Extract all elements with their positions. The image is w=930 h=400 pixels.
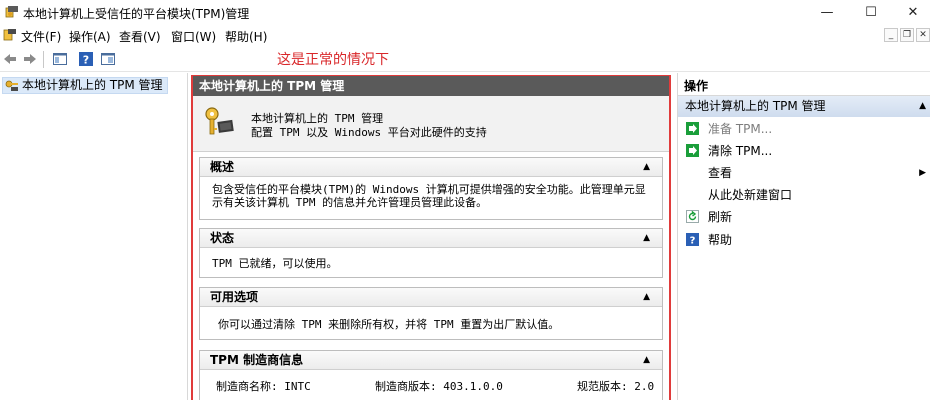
action-label: 准备 TPM... xyxy=(708,122,773,136)
section-manufacturer-info: TPM 制造商信息 ▲ 制造商名称: INTC 制造商版本: 403.1.0.0… xyxy=(199,350,663,400)
section-header[interactable]: TPM 制造商信息 ▲ xyxy=(200,351,662,370)
mdi-close-button[interactable]: ✕ xyxy=(916,28,930,42)
collapse-icon[interactable]: ▲ xyxy=(643,229,650,247)
show-hide-tree-icon[interactable] xyxy=(52,51,68,67)
mmc-document-icon[interactable] xyxy=(3,28,17,42)
action-label: 清除 TPM... xyxy=(708,144,773,158)
action-clear-tpm[interactable]: 清除 TPM... xyxy=(678,141,930,161)
section-title: 可用选项 xyxy=(210,290,259,304)
section-header[interactable]: 状态 ▲ xyxy=(200,229,662,248)
title-bar: 本地计算机上受信任的平台模块(TPM)管理 — ☐ ✕ xyxy=(0,0,930,25)
tree-item-tpm-management[interactable]: 本地计算机上的 TPM 管理 xyxy=(2,77,168,94)
toolbar: ? 这是正常的情况下 xyxy=(0,46,930,72)
menu-window[interactable]: 窗口(W) xyxy=(171,28,216,45)
section-available-options: 可用选项 ▲ 你可以通过清除 TPM 来删除所有权，并将 TPM 重置为出厂默认… xyxy=(199,287,663,340)
section-body: 你可以通过清除 TPM 来删除所有权，并将 TPM 重置为出厂默认值。 xyxy=(218,318,560,331)
actions-group-label: 本地计算机上的 TPM 管理 xyxy=(685,99,826,113)
submenu-arrow-icon: ▶ xyxy=(919,168,926,178)
center-pane-header: 本地计算机上的 TPM 管理 xyxy=(193,76,669,96)
tree-item-label: 本地计算机上的 TPM 管理 xyxy=(22,78,163,92)
action-label: 刷新 xyxy=(708,210,733,224)
tpm-app-icon xyxy=(5,6,18,18)
console-tree: 本地计算机上的 TPM 管理 xyxy=(0,73,188,400)
green-arrow-icon xyxy=(686,122,699,135)
maximize-button[interactable]: ☐ xyxy=(848,0,894,25)
action-new-window[interactable]: 从此处新建窗口 xyxy=(678,185,930,205)
section-status: 状态 ▲ TPM 已就绪，可以使用。 xyxy=(199,228,663,278)
actions-group-header[interactable]: 本地计算机上的 TPM 管理 ▲ xyxy=(678,96,930,117)
action-refresh[interactable]: 刷新 xyxy=(678,207,930,227)
menu-view[interactable]: 查看(V) xyxy=(119,28,161,45)
action-help[interactable]: ? 帮助 xyxy=(678,230,930,250)
toolbar-separator xyxy=(43,51,44,68)
mdi-minimize-button[interactable]: _ xyxy=(884,28,898,42)
svg-text:?: ? xyxy=(83,54,89,67)
intro-description: 配置 TPM 以及 Windows 平台对此硬件的支持 xyxy=(251,126,487,139)
section-title: 状态 xyxy=(210,231,235,245)
action-label: 从此处新建窗口 xyxy=(708,188,793,202)
intro-panel: 本地计算机上的 TPM 管理 配置 TPM 以及 Windows 平台对此硬件的… xyxy=(193,96,669,152)
properties-icon[interactable] xyxy=(100,51,116,67)
menu-help[interactable]: 帮助(H) xyxy=(225,28,267,45)
green-arrow-icon xyxy=(686,144,699,157)
section-title: 概述 xyxy=(210,160,235,174)
section-body: 包含受信任的平台模块(TPM)的 Windows 计算机可提供增强的安全功能。此… xyxy=(212,183,646,209)
annotation-text: 这是正常的情况下 xyxy=(277,52,389,68)
section-title: TPM 制造商信息 xyxy=(210,353,304,367)
window-title: 本地计算机上受信任的平台模块(TPM)管理 xyxy=(23,7,250,21)
section-body: TPM 已就绪，可以使用。 xyxy=(212,257,338,270)
tpm-key-icon xyxy=(5,80,18,91)
help-icon: ? xyxy=(686,233,699,246)
collapse-icon[interactable]: ▲ xyxy=(919,96,926,117)
minimize-button[interactable]: — xyxy=(804,0,850,25)
close-button[interactable]: ✕ xyxy=(890,0,930,25)
action-view[interactable]: 查看 ▶ xyxy=(678,163,930,183)
help-icon[interactable]: ? xyxy=(78,51,94,67)
svg-text:?: ? xyxy=(690,236,696,247)
manufacturer-name: 制造商名称: INTC xyxy=(216,380,311,393)
section-body: 制造商名称: INTC 制造商版本: 403.1.0.0 规范版本: 2.0 xyxy=(200,370,662,400)
manufacturer-version: 制造商版本: 403.1.0.0 xyxy=(375,380,503,393)
collapse-icon[interactable]: ▲ xyxy=(643,288,650,306)
actions-title: 操作 xyxy=(678,76,930,96)
close-icon: ✕ xyxy=(907,5,919,20)
back-arrow-icon[interactable] xyxy=(2,51,18,67)
collapse-icon[interactable]: ▲ xyxy=(643,351,650,369)
menu-file[interactable]: 文件(F) xyxy=(21,28,61,45)
maximize-icon: ☐ xyxy=(865,5,877,20)
refresh-icon xyxy=(686,210,699,223)
spec-version: 规范版本: 2.0 xyxy=(577,380,655,393)
menu-action[interactable]: 操作(A) xyxy=(69,28,111,45)
action-label: 帮助 xyxy=(708,233,733,247)
minimize-icon: — xyxy=(820,5,834,20)
section-header[interactable]: 可用选项 ▲ xyxy=(200,288,662,307)
tpm-chip-key-icon xyxy=(205,107,234,135)
actions-pane: 操作 本地计算机上的 TPM 管理 ▲ 准备 TPM... 清除 TPM... … xyxy=(677,73,930,400)
center-pane: 本地计算机上的 TPM 管理 本地计算机上的 TPM 管理 配置 TPM 以及 … xyxy=(189,73,676,400)
action-prepare-tpm[interactable]: 准备 TPM... xyxy=(678,119,930,139)
collapse-icon[interactable]: ▲ xyxy=(643,158,650,176)
forward-arrow-icon[interactable] xyxy=(22,51,38,67)
section-header[interactable]: 概述 ▲ xyxy=(200,158,662,177)
action-label: 查看 xyxy=(708,166,733,180)
mdi-restore-button[interactable]: ❐ xyxy=(900,28,914,42)
menu-bar: 文件(F) 操作(A) 查看(V) 窗口(W) 帮助(H) _ ❐ ✕ xyxy=(0,25,930,45)
section-overview: 概述 ▲ 包含受信任的平台模块(TPM)的 Windows 计算机可提供增强的安… xyxy=(199,157,663,220)
